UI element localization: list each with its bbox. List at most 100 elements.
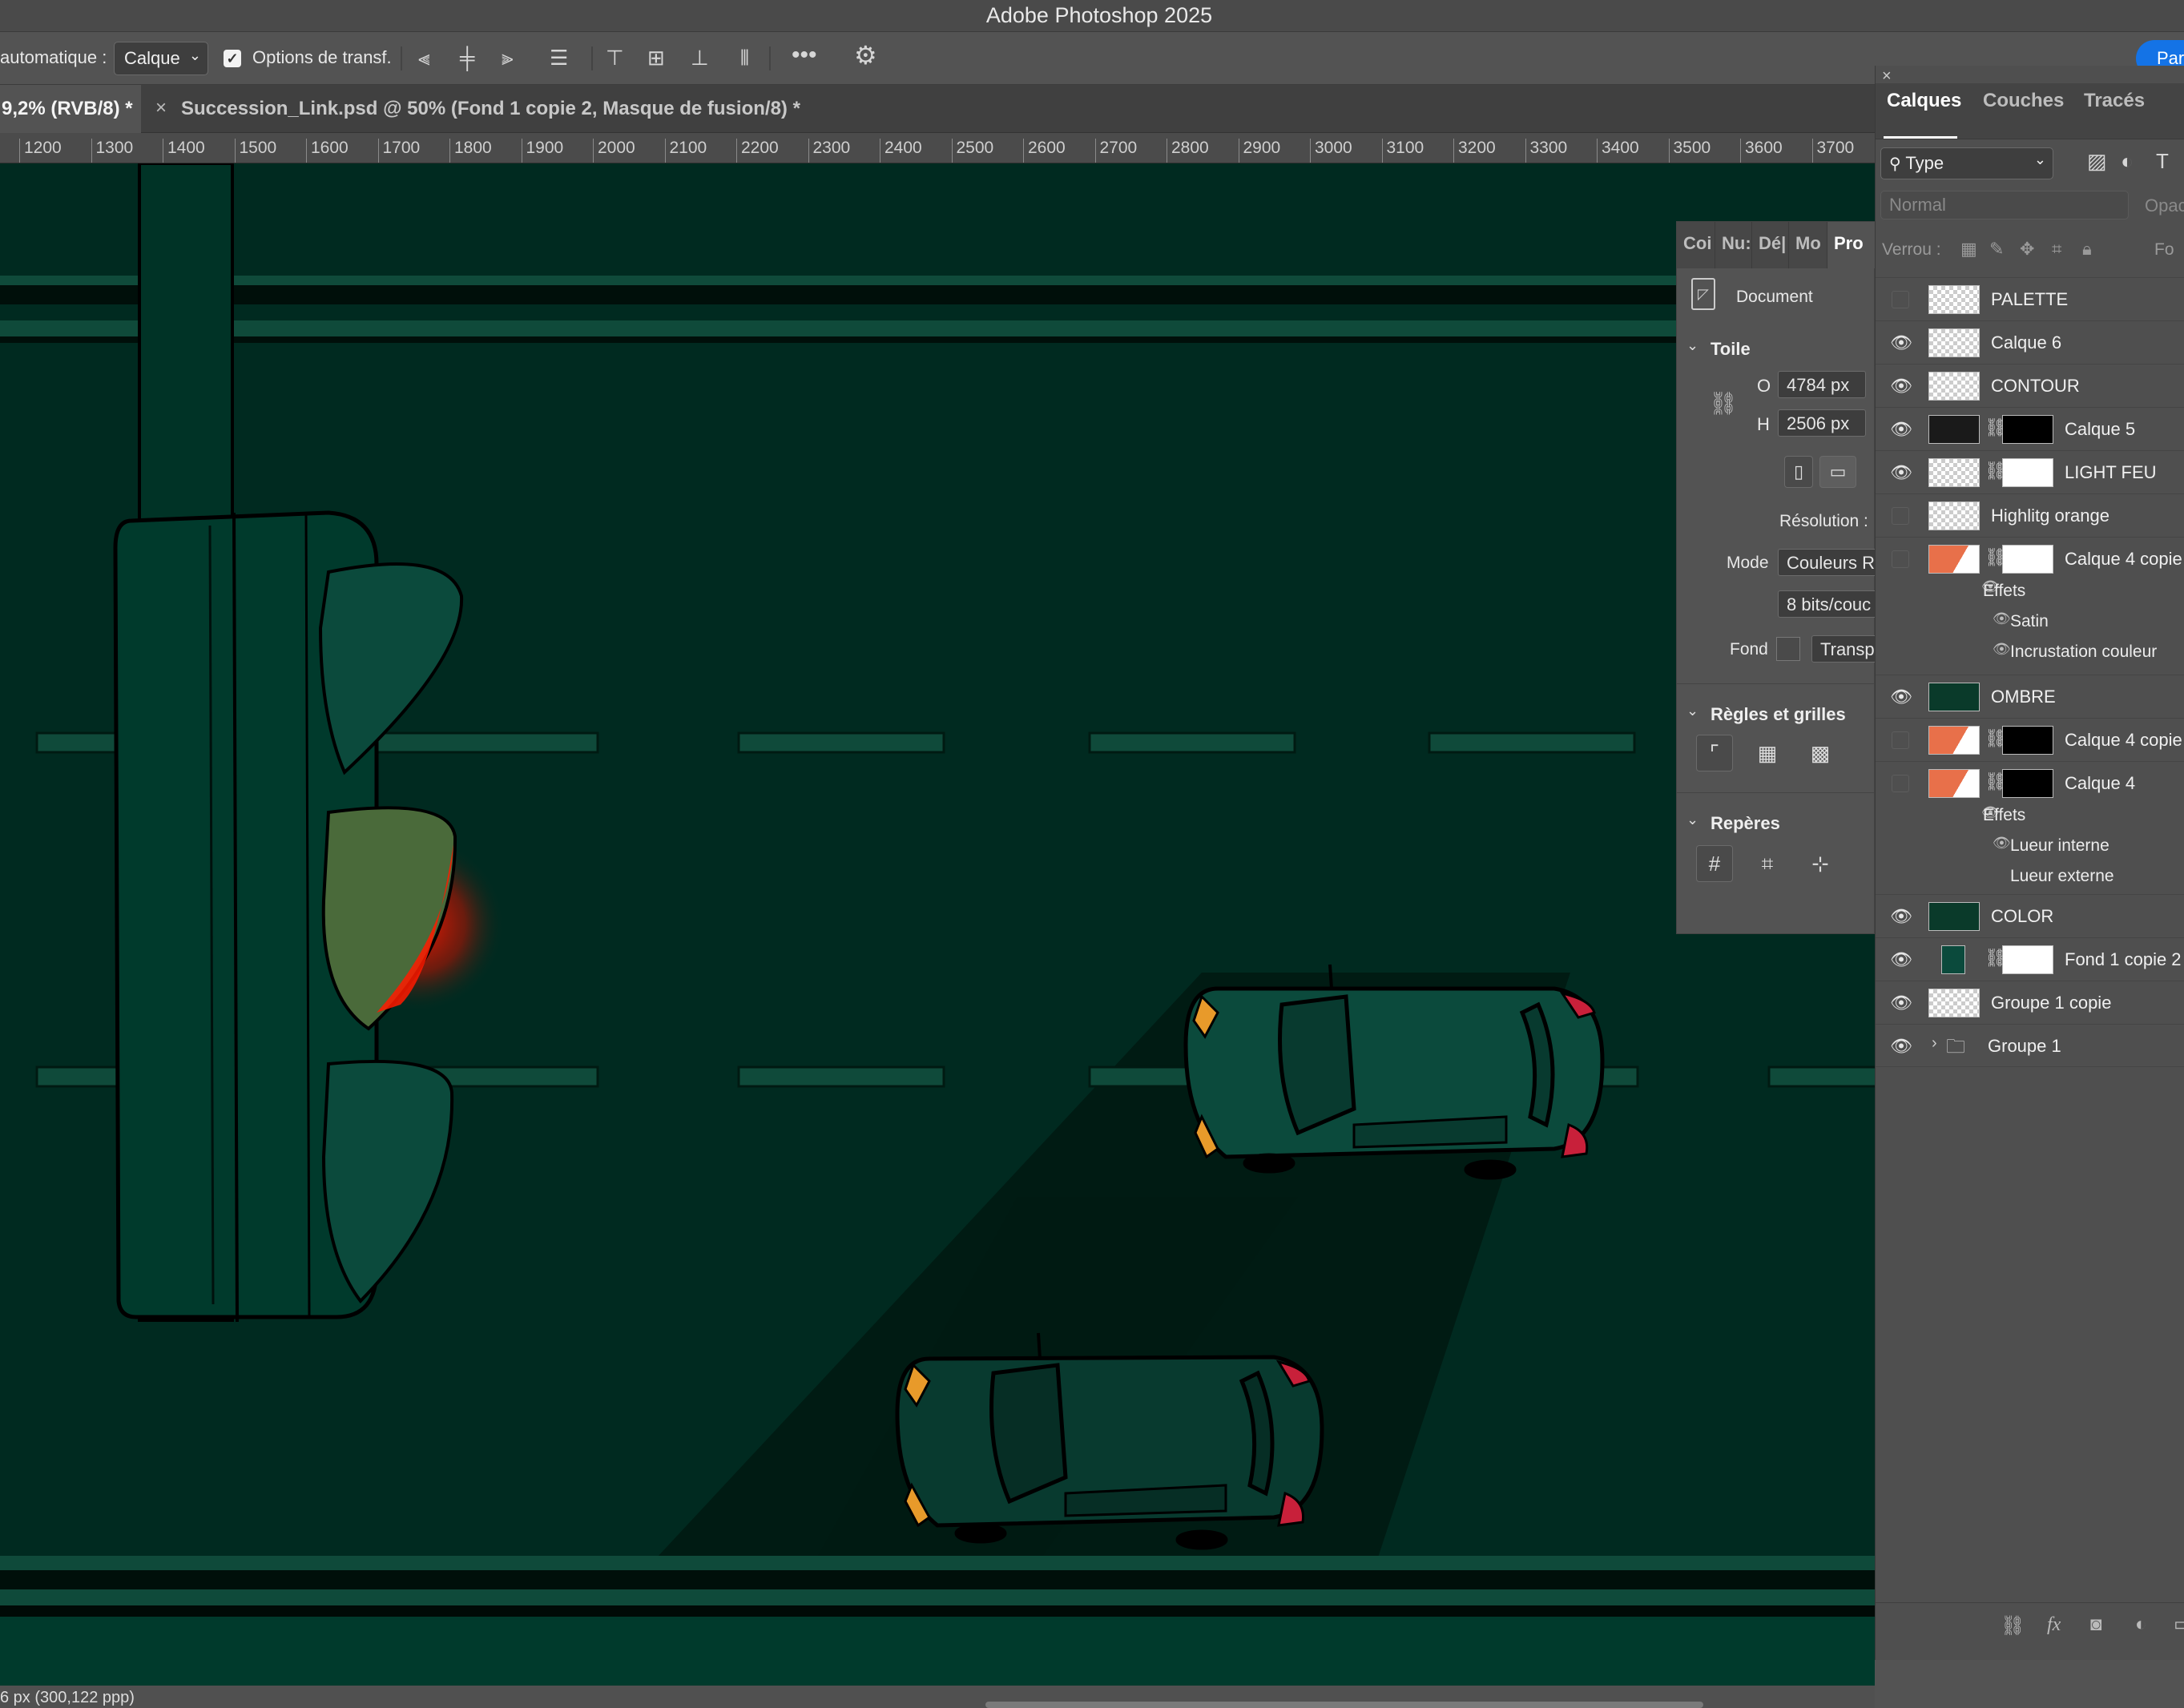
layer-row[interactable]: 👁︎ ⛓ LIGHT FEU <box>1876 450 2184 493</box>
visibility-toggle-off[interactable] <box>1892 507 1909 525</box>
layer-row[interactable]: ⛓ Calque 4 copie <box>1876 718 2184 761</box>
layer-row[interactable]: Highlitg orange <box>1876 493 2184 537</box>
lock-artboard-icon[interactable]: ⌗ <box>2052 237 2061 261</box>
tab-swatches[interactable]: Nu: <box>1715 222 1752 268</box>
align-top-icon[interactable]: ⊤ <box>606 46 624 70</box>
eye-icon[interactable]: 👁︎ <box>1890 949 1912 970</box>
horizontal-scrollbar[interactable] <box>985 1702 1703 1708</box>
layer-name[interactable]: Calque 4 copie <box>2065 549 2182 570</box>
height-field[interactable]: 2506 px <box>1778 409 1866 437</box>
link-layers-icon[interactable]: ⛓ <box>2001 1614 2025 1638</box>
distribute-v-icon[interactable]: ⫴ <box>740 46 749 70</box>
layer-name[interactable]: OMBRE <box>1991 687 2056 707</box>
mode-dropdown[interactable]: Couleurs R <box>1778 549 1882 576</box>
landscape-icon[interactable]: ▭ <box>1819 456 1856 488</box>
tab-gradients[interactable]: Dé| <box>1752 222 1789 268</box>
lock-move-icon[interactable]: ✥ <box>2020 237 2034 261</box>
lock-transparency-icon[interactable]: ▦ <box>1960 237 1977 261</box>
align-left-icon[interactable]: ⫷ <box>418 46 430 70</box>
fx-icon[interactable]: fx <box>2047 1613 2061 1637</box>
tab-paths[interactable]: Tracés <box>2084 90 2145 112</box>
layer-name[interactable]: Calque 4 <box>2065 773 2135 794</box>
type-filter-icon[interactable]: T <box>2156 149 2169 173</box>
layer-name[interactable]: Calque 4 copie <box>2065 730 2182 751</box>
ruler-icon[interactable]: ⌜ <box>1696 735 1733 771</box>
layer-name[interactable]: COLOR <box>1991 906 2053 927</box>
visibility-toggle-off[interactable] <box>1892 775 1909 792</box>
link-icon[interactable]: ⛓ <box>1709 390 1738 417</box>
layer-name[interactable]: PALETTE <box>1991 289 2068 310</box>
gear-icon[interactable]: ⚙ <box>854 42 877 68</box>
new-guide-layout-icon[interactable]: ⊹ <box>1802 845 1839 882</box>
eye-icon[interactable]: 👁︎ <box>1890 906 1912 927</box>
bit-depth-dropdown[interactable]: 8 bits/couc <box>1778 590 1882 618</box>
layer-name[interactable]: Highlitg orange <box>1991 506 2109 526</box>
width-field[interactable]: 4784 px <box>1778 371 1866 398</box>
document-tab-succession[interactable]: Succession_Link.psd @ 50% (Fond 1 copie … <box>181 85 800 133</box>
tab-color[interactable]: Coi <box>1677 222 1715 268</box>
image-filter-icon[interactable]: ▨ <box>2087 149 2107 173</box>
tab-channels[interactable]: Couches <box>1983 90 2064 112</box>
document-tab-active[interactable]: 9,2% (RVB/8) * <box>0 85 141 133</box>
chevron-down-icon[interactable]: ⌄ <box>1686 703 1698 719</box>
align-bottom-icon[interactable]: ⊥ <box>691 46 709 70</box>
effect-color-overlay[interactable]: Incrustation couleur <box>2010 643 2157 662</box>
adjustment-filter-icon[interactable]: ◐ <box>2121 149 2134 173</box>
eye-icon[interactable]: 👁︎ <box>1890 1036 1912 1057</box>
eye-icon[interactable]: 👁︎ <box>1890 332 1912 353</box>
new-group-icon[interactable]: ▭ <box>2174 1613 2184 1637</box>
effect-outer-glow[interactable]: Lueur externe <box>2010 867 2114 886</box>
chevron-right-icon[interactable]: › <box>1932 1034 1937 1053</box>
eye-icon[interactable]: 👁︎ <box>1993 610 2011 627</box>
layer-row[interactable]: 👁︎ Calque 6 <box>1876 320 2184 364</box>
layer-row[interactable]: 👁︎ › 🗀 Groupe 1 <box>1876 1024 2184 1067</box>
lock-guides-icon[interactable]: ⌗ <box>1749 845 1786 882</box>
eye-icon[interactable]: 👁︎ <box>1993 641 2011 658</box>
tab-patterns[interactable]: Mo <box>1789 222 1827 268</box>
layer-name[interactable]: Fond 1 copie 2 <box>2065 949 2182 970</box>
layer-filter-dropdown[interactable]: ⚲ Type ⌄ <box>1880 147 2053 179</box>
eye-icon[interactable]: 👁︎ <box>1890 462 1912 483</box>
eye-icon[interactable]: 👁︎ <box>1890 993 1912 1013</box>
align-middle-v-icon[interactable]: ⊞ <box>647 46 665 70</box>
transform-checkbox[interactable]: ✓ <box>224 50 241 67</box>
align-right-icon[interactable]: ⫸ <box>502 46 514 70</box>
lock-paint-icon[interactable]: ✎ <box>1989 237 2004 261</box>
portrait-icon[interactable]: ▯ <box>1784 456 1813 488</box>
add-mask-icon[interactable]: ◙ <box>2090 1613 2102 1637</box>
background-dropdown[interactable]: Transp <box>1811 635 1884 663</box>
pixel-grid-icon[interactable]: ▩ <box>1802 735 1839 771</box>
layer-row[interactable]: 👁︎ CONTOUR <box>1876 364 2184 407</box>
effect-inner-glow[interactable]: Lueur interne <box>2010 836 2109 856</box>
guides-icon[interactable]: # <box>1696 845 1733 882</box>
adjustment-layer-icon[interactable]: ◐ <box>2135 1613 2147 1637</box>
layer-row[interactable]: ⛓ Calque 4 copie <box>1876 537 2184 580</box>
layer-row[interactable]: ⛓ Calque 4 <box>1876 761 2184 804</box>
close-tab-icon[interactable]: × <box>155 97 167 119</box>
background-swatch[interactable] <box>1776 637 1800 661</box>
eye-icon[interactable]: 👁︎ <box>1890 376 1912 397</box>
visibility-toggle-off[interactable] <box>1892 291 1909 308</box>
layer-row[interactable]: 👁︎ COLOR <box>1876 894 2184 937</box>
layer-name[interactable]: Calque 5 <box>2065 419 2135 440</box>
visibility-toggle-off[interactable] <box>1892 550 1909 568</box>
auto-select-dropdown[interactable]: Calque ⌄ <box>114 42 208 75</box>
layer-row[interactable]: 👁︎ OMBRE <box>1876 675 2184 718</box>
layer-name[interactable]: Calque 6 <box>1991 332 2061 353</box>
eye-icon[interactable]: 👁︎ <box>1993 835 2011 852</box>
document-canvas[interactable] <box>0 163 1875 1686</box>
layer-row[interactable]: 👁︎ Groupe 1 copie <box>1876 981 2184 1024</box>
effect-satin[interactable]: Satin <box>2010 612 2049 631</box>
tab-properties[interactable]: Pro <box>1827 222 1876 268</box>
layer-row[interactable]: 👁︎ ⛓ Fond 1 copie 2 <box>1876 937 2184 981</box>
chevron-down-icon[interactable]: ⌄ <box>1686 812 1698 828</box>
visibility-toggle-off[interactable] <box>1892 731 1909 749</box>
layer-name[interactable]: Groupe 1 copie <box>1991 993 2111 1013</box>
chevron-down-icon[interactable]: ⌄ <box>1686 337 1698 354</box>
layer-name[interactable]: Groupe 1 <box>1988 1036 2061 1057</box>
align-center-h-icon[interactable]: ╪ <box>460 46 474 70</box>
eye-icon[interactable]: 👁︎ <box>1890 687 1912 707</box>
layer-row[interactable]: PALETTE <box>1876 277 2184 320</box>
tab-layers[interactable]: Calques <box>1887 90 1961 112</box>
layer-row[interactable]: 👁︎ ⛓ Calque 5 <box>1876 407 2184 450</box>
